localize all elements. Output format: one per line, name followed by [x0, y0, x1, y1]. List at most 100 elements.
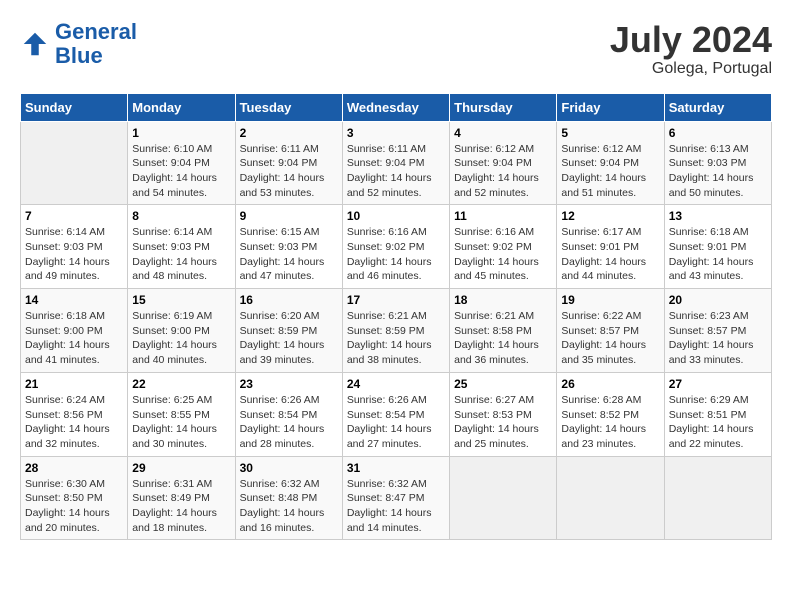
day-number: 21: [25, 377, 123, 391]
day-info: Sunrise: 6:12 AMSunset: 9:04 PMDaylight:…: [561, 142, 659, 201]
calendar-week-row: 28Sunrise: 6:30 AMSunset: 8:50 PMDayligh…: [21, 456, 772, 540]
weekday-header: Thursday: [450, 93, 557, 121]
day-info: Sunrise: 6:32 AMSunset: 8:48 PMDaylight:…: [240, 477, 338, 536]
day-info: Sunrise: 6:32 AMSunset: 8:47 PMDaylight:…: [347, 477, 445, 536]
day-info: Sunrise: 6:31 AMSunset: 8:49 PMDaylight:…: [132, 477, 230, 536]
day-number: 5: [561, 126, 659, 140]
day-info: Sunrise: 6:14 AMSunset: 9:03 PMDaylight:…: [25, 225, 123, 284]
day-info: Sunrise: 6:15 AMSunset: 9:03 PMDaylight:…: [240, 225, 338, 284]
calendar-cell: 12Sunrise: 6:17 AMSunset: 9:01 PMDayligh…: [557, 205, 664, 289]
calendar-cell: 28Sunrise: 6:30 AMSunset: 8:50 PMDayligh…: [21, 456, 128, 540]
calendar-week-row: 14 Sunrise: 6:18 AMSunset: 9:00 PMDayligh…: [21, 289, 772, 373]
weekday-header: Saturday: [664, 93, 771, 121]
day-number: 1: [132, 126, 230, 140]
calendar-cell: [664, 456, 771, 540]
weekday-header: Wednesday: [342, 93, 449, 121]
calendar-cell: 14 Sunrise: 6:18 AMSunset: 9:00 PMDayligh…: [21, 289, 128, 373]
calendar-cell: 11 Sunrise: 6:16 AMSunset: 9:02 PMDayligh…: [450, 205, 557, 289]
day-info: Sunrise: 6:21 AMSunset: 8:59 PMDaylight:…: [347, 309, 445, 368]
calendar-week-row: 21 Sunrise: 6:24 AMSunset: 8:56 PMDayligh…: [21, 372, 772, 456]
logo: General Blue: [20, 20, 137, 68]
calendar-cell: 4 Sunrise: 6:12 AMSunset: 9:04 PMDaylight…: [450, 121, 557, 205]
day-number: 25: [454, 377, 552, 391]
day-info: Sunrise: 6:28 AMSunset: 8:52 PMDaylight:…: [561, 393, 659, 452]
calendar-cell: 29 Sunrise: 6:31 AMSunset: 8:49 PMDayligh…: [128, 456, 235, 540]
calendar-cell: 8 Sunrise: 6:14 AMSunset: 9:03 PMDaylight…: [128, 205, 235, 289]
day-info: Sunrise: 6:10 AMSunset: 9:04 PMDaylight:…: [132, 142, 230, 201]
calendar-cell: 3 Sunrise: 6:11 AMSunset: 9:04 PMDaylight…: [342, 121, 449, 205]
month-title: July 2024: [610, 20, 772, 60]
calendar-week-row: 7 Sunrise: 6:14 AMSunset: 9:03 PMDaylight…: [21, 205, 772, 289]
calendar-cell: 24Sunrise: 6:26 AMSunset: 8:54 PMDayligh…: [342, 372, 449, 456]
day-number: 26: [561, 377, 659, 391]
day-info: Sunrise: 6:22 AMSunset: 8:57 PMDaylight:…: [561, 309, 659, 368]
calendar-cell: 7 Sunrise: 6:14 AMSunset: 9:03 PMDaylight…: [21, 205, 128, 289]
day-number: 23: [240, 377, 338, 391]
calendar-cell: 26 Sunrise: 6:28 AMSunset: 8:52 PMDayligh…: [557, 372, 664, 456]
day-info: Sunrise: 6:16 AMSunset: 9:02 PMDaylight:…: [347, 225, 445, 284]
day-number: 11: [454, 209, 552, 223]
day-info: Sunrise: 6:11 AMSunset: 9:04 PMDaylight:…: [347, 142, 445, 201]
calendar-week-row: 1 Sunrise: 6:10 AMSunset: 9:04 PMDaylight…: [21, 121, 772, 205]
day-info: Sunrise: 6:23 AMSunset: 8:57 PMDaylight:…: [669, 309, 767, 368]
title-block: July 2024 Golega, Portugal: [610, 20, 772, 78]
day-info: Sunrise: 6:18 AMSunset: 9:00 PMDaylight:…: [25, 309, 123, 368]
calendar-cell: 20 Sunrise: 6:23 AMSunset: 8:57 PMDayligh…: [664, 289, 771, 373]
calendar-cell: 1 Sunrise: 6:10 AMSunset: 9:04 PMDaylight…: [128, 121, 235, 205]
day-info: Sunrise: 6:19 AMSunset: 9:00 PMDaylight:…: [132, 309, 230, 368]
day-number: 15: [132, 293, 230, 307]
calendar-cell: 9 Sunrise: 6:15 AMSunset: 9:03 PMDaylight…: [235, 205, 342, 289]
day-number: 30: [240, 461, 338, 475]
day-number: 29: [132, 461, 230, 475]
day-number: 13: [669, 209, 767, 223]
weekday-header-row: SundayMondayTuesdayWednesdayThursdayFrid…: [21, 93, 772, 121]
day-number: 19: [561, 293, 659, 307]
day-number: 20: [669, 293, 767, 307]
day-number: 4: [454, 126, 552, 140]
day-number: 22: [132, 377, 230, 391]
calendar-cell: 25 Sunrise: 6:27 AMSunset: 8:53 PMDayligh…: [450, 372, 557, 456]
day-number: 18: [454, 293, 552, 307]
day-number: 31: [347, 461, 445, 475]
day-info: Sunrise: 6:16 AMSunset: 9:02 PMDaylight:…: [454, 225, 552, 284]
calendar-cell: 16Sunrise: 6:20 AMSunset: 8:59 PMDayligh…: [235, 289, 342, 373]
calendar-cell: 21 Sunrise: 6:24 AMSunset: 8:56 PMDayligh…: [21, 372, 128, 456]
day-info: Sunrise: 6:27 AMSunset: 8:53 PMDaylight:…: [454, 393, 552, 452]
calendar-cell: 15 Sunrise: 6:19 AMSunset: 9:00 PMDayligh…: [128, 289, 235, 373]
day-info: Sunrise: 6:26 AMSunset: 8:54 PMDaylight:…: [347, 393, 445, 452]
calendar-cell: 31 Sunrise: 6:32 AMSunset: 8:47 PMDayligh…: [342, 456, 449, 540]
calendar-cell: 6Sunrise: 6:13 AMSunset: 9:03 PMDaylight…: [664, 121, 771, 205]
location-subtitle: Golega, Portugal: [610, 60, 772, 78]
calendar-cell: 23Sunrise: 6:26 AMSunset: 8:54 PMDayligh…: [235, 372, 342, 456]
logo-text: General Blue: [55, 20, 137, 68]
day-number: 17: [347, 293, 445, 307]
calendar-cell: 10 Sunrise: 6:16 AMSunset: 9:02 PMDayligh…: [342, 205, 449, 289]
day-number: 7: [25, 209, 123, 223]
calendar-cell: 27Sunrise: 6:29 AMSunset: 8:51 PMDayligh…: [664, 372, 771, 456]
weekday-header: Sunday: [21, 93, 128, 121]
page-header: General Blue July 2024 Golega, Portugal: [20, 20, 772, 78]
day-number: 14: [25, 293, 123, 307]
day-info: Sunrise: 6:17 AMSunset: 9:01 PMDaylight:…: [561, 225, 659, 284]
calendar-cell: 19 Sunrise: 6:22 AMSunset: 8:57 PMDayligh…: [557, 289, 664, 373]
day-info: Sunrise: 6:14 AMSunset: 9:03 PMDaylight:…: [132, 225, 230, 284]
day-number: 27: [669, 377, 767, 391]
day-info: Sunrise: 6:11 AMSunset: 9:04 PMDaylight:…: [240, 142, 338, 201]
day-number: 16: [240, 293, 338, 307]
calendar-cell: 30 Sunrise: 6:32 AMSunset: 8:48 PMDayligh…: [235, 456, 342, 540]
day-number: 3: [347, 126, 445, 140]
day-number: 28: [25, 461, 123, 475]
calendar-cell: [557, 456, 664, 540]
day-number: 10: [347, 209, 445, 223]
day-info: Sunrise: 6:21 AMSunset: 8:58 PMDaylight:…: [454, 309, 552, 368]
weekday-header: Friday: [557, 93, 664, 121]
calendar-cell: 13 Sunrise: 6:18 AMSunset: 9:01 PMDayligh…: [664, 205, 771, 289]
calendar-cell: 5 Sunrise: 6:12 AMSunset: 9:04 PMDaylight…: [557, 121, 664, 205]
day-info: Sunrise: 6:12 AMSunset: 9:04 PMDaylight:…: [454, 142, 552, 201]
day-info: Sunrise: 6:24 AMSunset: 8:56 PMDaylight:…: [25, 393, 123, 452]
calendar-cell: 22Sunrise: 6:25 AMSunset: 8:55 PMDayligh…: [128, 372, 235, 456]
day-number: 6: [669, 126, 767, 140]
day-number: 9: [240, 209, 338, 223]
day-info: Sunrise: 6:18 AMSunset: 9:01 PMDaylight:…: [669, 225, 767, 284]
day-number: 8: [132, 209, 230, 223]
